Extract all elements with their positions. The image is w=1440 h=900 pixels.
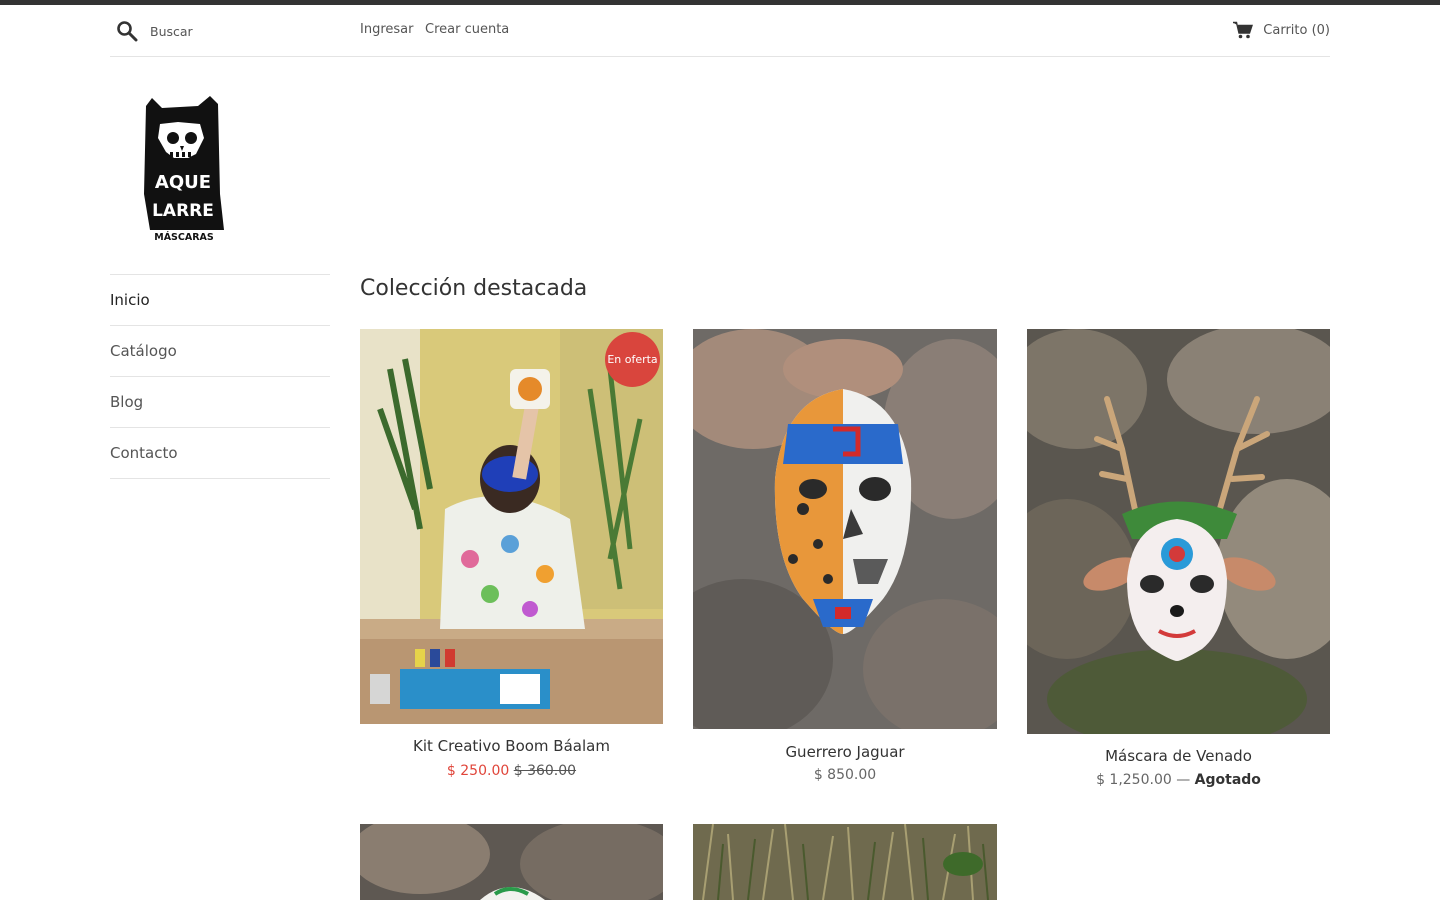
product-title[interactable]: Guerrero Jaguar [693, 743, 997, 761]
product-title[interactable]: Máscara de Venado [1027, 747, 1330, 765]
product-card-row2-1[interactable] [360, 824, 663, 900]
product-title[interactable]: Kit Creativo Boom Báalam [360, 737, 663, 755]
sale-badge: En oferta [605, 332, 660, 387]
sold-out-label: Agotado [1194, 772, 1261, 788]
product-price: $ 250.00 $ 360.00 [360, 763, 663, 779]
product-image[interactable] [1027, 329, 1330, 734]
product-image[interactable] [693, 824, 997, 900]
collection-title: Colección destacada [360, 276, 588, 301]
search-input[interactable] [150, 19, 340, 43]
cart-label: Carrito (0) [1263, 22, 1330, 38]
product-card-kit-boom-baalam[interactable]: En oferta Kit Creativo Boom Báalam $ 250… [360, 329, 663, 789]
nav-item-inicio[interactable]: Inicio [110, 275, 330, 326]
logo-text-aque: AQUE [155, 172, 211, 193]
store-logo[interactable]: AQUE LARRE MÁSCARAS [138, 94, 230, 243]
logo-text-larre: LARRE [152, 201, 214, 221]
cart-icon [1233, 21, 1254, 39]
product-image[interactable] [360, 824, 663, 900]
product-image[interactable] [693, 329, 997, 729]
regular-price: $ 850.00 [813, 767, 877, 783]
aquelarre-skull-cat-logo-icon: AQUE LARRE MÁSCARAS [144, 96, 224, 243]
register-link[interactable]: Crear cuenta [425, 22, 509, 37]
product-image[interactable]: En oferta [360, 329, 663, 724]
product-price: $ 1,250.00 — Agotado [1027, 772, 1330, 788]
nav-item-catalogo[interactable]: Catálogo [110, 326, 330, 377]
product-price: $ 850.00 [693, 767, 997, 783]
regular-price: $ 1,250.00 [1096, 772, 1172, 788]
header: Ingresar Crear cuenta Carrito (0) [110, 5, 1330, 57]
sidebar-nav: Inicio Catálogo Blog Contacto [110, 274, 330, 479]
product-card-row2-2[interactable] [693, 824, 997, 900]
nav-item-blog[interactable]: Blog [110, 377, 330, 428]
compare-price: $ 360.00 [513, 763, 577, 779]
logo-text-mascaras: MÁSCARAS [154, 231, 214, 242]
cart-link[interactable]: Carrito (0) [1233, 19, 1330, 41]
product-card-guerrero-jaguar[interactable]: Guerrero Jaguar $ 850.00 [693, 329, 997, 794]
sale-price: $ 250.00 [446, 763, 510, 779]
search-icon[interactable] [116, 20, 138, 42]
nav-item-contacto[interactable]: Contacto [110, 428, 330, 479]
login-link[interactable]: Ingresar [360, 22, 413, 37]
product-card-mascara-de-venado[interactable]: Máscara de Venado $ 1,250.00 — Agotado [1027, 329, 1330, 799]
price-separator: — [1176, 772, 1191, 788]
